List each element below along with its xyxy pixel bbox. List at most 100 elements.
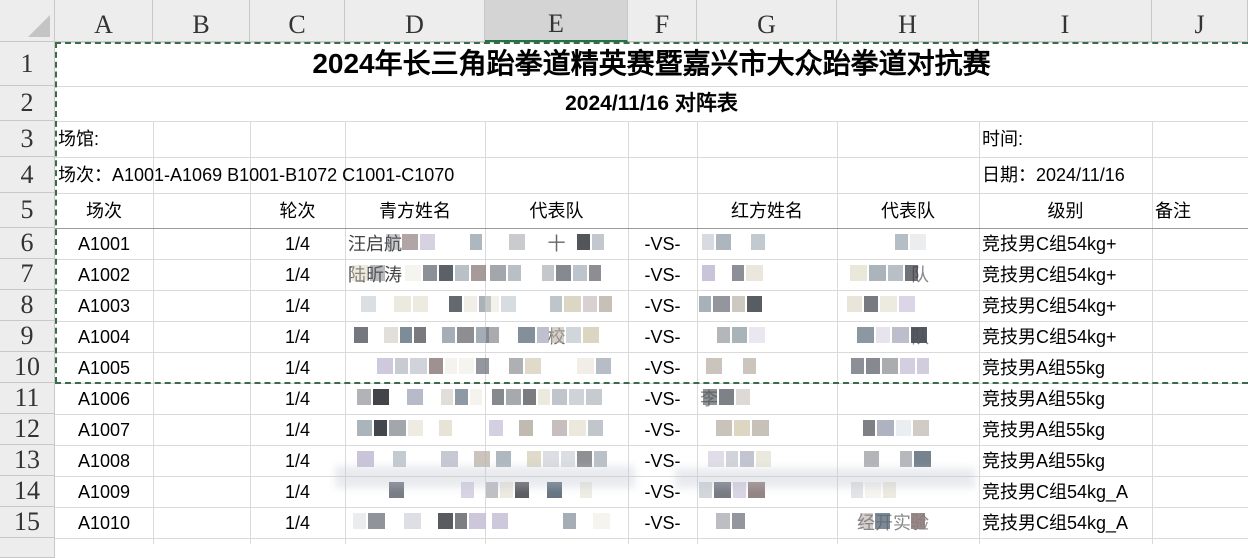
match-round[interactable]: 1/4 [250, 414, 345, 445]
match-category[interactable]: 竞技男C组54kg+ [979, 290, 1152, 321]
match-id[interactable]: A1006 [55, 383, 153, 414]
column-header-d[interactable]: D [345, 0, 485, 42]
row-header-3[interactable]: 3 [0, 121, 55, 157]
redaction-pixel-block [876, 327, 890, 343]
vs-label[interactable]: -VS- [628, 321, 697, 352]
column-header-i[interactable]: I [979, 0, 1152, 42]
redaction-pixel-block [892, 327, 909, 343]
match-round[interactable]: 1/4 [250, 507, 345, 538]
header-round[interactable]: 轮次 [250, 193, 345, 228]
row-header-11[interactable]: 11 [0, 383, 55, 414]
time-label[interactable]: 时间: [979, 121, 1152, 157]
column-header-b[interactable]: B [153, 0, 250, 42]
redaction-pixel-block [561, 451, 575, 467]
date-text[interactable]: 日期：2024/11/16 [979, 157, 1248, 193]
header-blue-team[interactable]: 代表队 [485, 193, 628, 228]
match-round[interactable]: 1/4 [250, 228, 345, 259]
header-blue-name[interactable]: 青方姓名 [345, 193, 485, 228]
vs-label[interactable]: -VS- [628, 290, 697, 321]
column-header-e[interactable]: E [485, 0, 628, 42]
match-id[interactable]: A1004 [55, 321, 153, 352]
column-header-f[interactable]: F [628, 0, 697, 42]
row-header-14[interactable]: 14 [0, 476, 55, 507]
header-red-name[interactable]: 红方姓名 [697, 193, 837, 228]
row-header-10[interactable]: 10 [0, 352, 55, 383]
match-round[interactable]: 1/4 [250, 321, 345, 352]
vs-label[interactable]: -VS- [628, 507, 697, 538]
match-id[interactable]: A1005 [55, 352, 153, 383]
page-break-line [55, 382, 1248, 384]
row-header-5[interactable]: 5 [0, 193, 55, 228]
match-category[interactable]: 竞技男C组54kg+ [979, 228, 1152, 259]
header-match[interactable]: 场次 [55, 193, 153, 228]
match-category[interactable]: 竞技男A组55kg [979, 414, 1152, 445]
match-id[interactable]: A1009 [55, 476, 153, 507]
column-header-c[interactable]: C [250, 0, 345, 42]
red-name[interactable]: 李 [697, 383, 837, 414]
match-round[interactable]: 1/4 [250, 476, 345, 507]
vs-label[interactable]: -VS- [628, 352, 697, 383]
column-header-a[interactable]: A [55, 0, 153, 42]
match-category[interactable]: 竞技男A组55kg [979, 352, 1152, 383]
match-round[interactable]: 1/4 [250, 445, 345, 476]
column-header-j[interactable]: J [1152, 0, 1248, 42]
match-round[interactable]: 1/4 [250, 352, 345, 383]
row-header-13[interactable]: 13 [0, 445, 55, 476]
vs-label[interactable]: -VS- [628, 259, 697, 290]
redaction-pixel-block [734, 420, 750, 436]
header-category[interactable]: 级别 [979, 193, 1152, 228]
sheet-title[interactable]: 2024年长三角跆拳道精英赛暨嘉兴市大众跆拳道对抗赛 [55, 42, 1248, 86]
redaction-pixel-block [395, 358, 408, 374]
match-category[interactable]: 竞技男C组54kg+ [979, 321, 1152, 352]
match-id[interactable]: A1008 [55, 445, 153, 476]
row-header-4[interactable]: 4 [0, 157, 55, 193]
blue-team[interactable]: 十 [485, 228, 628, 259]
vs-label[interactable]: -VS- [628, 414, 697, 445]
row-header-2[interactable]: 2 [0, 86, 55, 121]
row-header-1[interactable]: 1 [0, 42, 55, 86]
row-header-6[interactable]: 6 [0, 228, 55, 259]
header-note[interactable]: 备注 [1152, 193, 1248, 228]
redaction-pixel-block [354, 327, 368, 343]
row-header-16[interactable] [0, 538, 55, 558]
match-round[interactable]: 1/4 [250, 383, 345, 414]
match-category[interactable]: 竞技男C组54kg_A [979, 476, 1152, 507]
redaction-pixel-block [577, 451, 592, 467]
session-range-text[interactable]: 场次：A1001-A1069 B1001-B1072 C1001-C1070 [55, 157, 655, 193]
venue-label[interactable]: 场馆: [55, 121, 153, 157]
redaction-pixel-block [492, 389, 504, 405]
match-category[interactable]: 竞技男C组54kg+ [979, 259, 1152, 290]
redaction-pixel-block [703, 389, 717, 405]
match-id[interactable]: A1001 [55, 228, 153, 259]
match-id[interactable]: A1003 [55, 290, 153, 321]
red-name[interactable] [697, 259, 837, 290]
header-red-team[interactable]: 代表队 [837, 193, 979, 228]
match-id[interactable]: A1002 [55, 259, 153, 290]
select-all-corner[interactable] [0, 0, 55, 42]
row-header-9[interactable]: 9 [0, 321, 55, 352]
match-id[interactable]: A1010 [55, 507, 153, 538]
redaction-pixel-block [464, 296, 477, 312]
vs-label[interactable]: -VS- [628, 383, 697, 414]
red-team[interactable]: 经开实验 [837, 507, 979, 538]
match-category[interactable]: 竞技男A组55kg [979, 383, 1152, 414]
redaction-pixel-block [492, 513, 508, 529]
red-team[interactable] [837, 228, 979, 259]
row-header-15[interactable]: 15 [0, 507, 55, 538]
sheet-subtitle[interactable]: 2024/11/16 对阵表 [55, 86, 1248, 121]
match-id[interactable]: A1007 [55, 414, 153, 445]
red-team[interactable] [837, 383, 979, 414]
row-header-7[interactable]: 7 [0, 259, 55, 290]
row-header-12[interactable]: 12 [0, 414, 55, 445]
column-header-h[interactable]: H [837, 0, 979, 42]
row-header-8[interactable]: 8 [0, 290, 55, 321]
match-round[interactable]: 1/4 [250, 259, 345, 290]
vs-label[interactable]: -VS- [628, 228, 697, 259]
redaction-pixel-block [352, 265, 368, 281]
match-round[interactable]: 1/4 [250, 290, 345, 321]
redaction-pixel-block [523, 389, 536, 405]
redaction-pixel-block [910, 234, 926, 250]
match-category[interactable]: 竞技男C组54kg_A [979, 507, 1152, 538]
match-category[interactable]: 竞技男A组55kg [979, 445, 1152, 476]
column-header-g[interactable]: G [697, 0, 837, 42]
